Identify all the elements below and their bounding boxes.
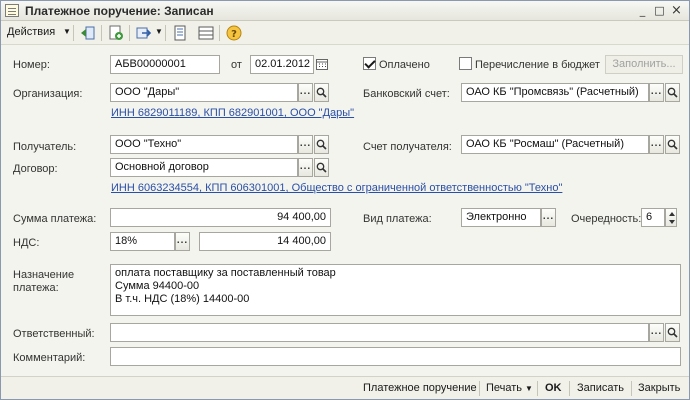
organization-select-button[interactable]: ...	[298, 83, 313, 102]
purpose-line: Сумма 94400-00	[115, 280, 200, 292]
print-menu-button[interactable]: Печать	[486, 382, 522, 394]
bottom-action-bar: Платежное поручение Печать ▼ OK Записать…	[1, 376, 689, 399]
payment-type-field[interactable]: Электронно	[461, 208, 541, 227]
recipient-account-label: Счет получателя:	[363, 141, 452, 153]
date-label: от	[231, 59, 242, 71]
vat-label: НДС:	[13, 237, 40, 249]
number-label: Номер:	[13, 59, 50, 71]
document-icon	[5, 4, 19, 17]
date-field[interactable]: 02.01.2012	[250, 55, 314, 74]
amount-label: Сумма платежа:	[13, 213, 97, 225]
document-structure-icon[interactable]	[171, 24, 189, 42]
help-icon[interactable]: ?	[225, 24, 243, 42]
contract-label: Договор:	[13, 163, 58, 175]
chevron-down-icon[interactable]: ▼	[155, 27, 163, 36]
vat-amount-field[interactable]: 14 400,00	[199, 232, 331, 251]
paid-checkbox[interactable]	[363, 57, 376, 70]
bank-account-select-button[interactable]: ...	[649, 83, 664, 102]
recipient-field[interactable]: ООО "Техно"	[110, 135, 298, 154]
fill-button[interactable]: Заполнить...	[605, 55, 683, 74]
paid-label: Оплачено	[379, 59, 430, 71]
recipient-account-select-button[interactable]: ...	[649, 135, 664, 154]
print-form-button[interactable]: Платежное поручение	[363, 382, 477, 394]
toolbar-divider	[73, 25, 74, 41]
close-window-button[interactable]: ×	[669, 4, 684, 18]
maximize-button[interactable]: □	[652, 4, 667, 18]
svg-text:?: ?	[231, 29, 237, 40]
vat-rate-select-button[interactable]: ...	[175, 232, 190, 251]
chevron-up-icon	[669, 212, 675, 216]
budget-transfer-label: Перечисление в бюджет	[475, 59, 600, 71]
comment-field[interactable]	[110, 347, 681, 366]
save-button[interactable]: Записать	[577, 382, 624, 394]
back-to-list-icon[interactable]	[79, 24, 97, 42]
priority-field[interactable]: 6	[641, 208, 665, 227]
responsible-field[interactable]	[110, 323, 649, 342]
priority-stepper[interactable]	[665, 208, 677, 227]
organization-details-link[interactable]: ИНН 6829011189, КПП 682901001, ООО "Дары…	[111, 107, 354, 119]
recipient-account-field[interactable]: ОАО КБ "Росмаш" (Расчетный)	[461, 135, 649, 154]
purpose-textarea[interactable]: оплата поставщику за поставленный товар …	[110, 264, 681, 316]
chevron-down-icon[interactable]: ▼	[525, 384, 533, 393]
title-bar: Платежное поручение: Записан _ □ ×	[1, 1, 689, 21]
close-button[interactable]: Закрыть	[638, 382, 680, 394]
ok-button[interactable]: OK	[545, 382, 562, 394]
chevron-down-icon: ▼	[63, 27, 71, 36]
calendar-icon[interactable]	[314, 55, 329, 74]
number-field[interactable]: АБВ00000001	[110, 55, 220, 74]
payment-type-label: Вид платежа:	[363, 213, 432, 225]
toolbar-divider	[129, 25, 130, 41]
bottom-divider	[569, 381, 570, 396]
responsible-select-button[interactable]: ...	[649, 323, 664, 342]
add-copy-icon[interactable]	[107, 24, 125, 42]
recipient-select-button[interactable]: ...	[298, 135, 313, 154]
purpose-line: В т.ч. НДС (18%) 14400-00	[115, 293, 250, 305]
organization-field[interactable]: ООО "Дары"	[110, 83, 298, 102]
bottom-divider	[479, 381, 480, 396]
bank-account-field[interactable]: ОАО КБ "Промсвязь" (Расчетный)	[461, 83, 649, 102]
list-icon[interactable]	[197, 24, 215, 42]
purpose-line: оплата поставщику за поставленный товар	[115, 267, 336, 279]
bottom-divider	[631, 381, 632, 396]
search-icon[interactable]	[665, 323, 680, 342]
purpose-label-line1: Назначение	[13, 269, 75, 281]
vat-rate-field[interactable]: 18%	[110, 232, 175, 251]
recipient-details-link[interactable]: ИНН 6063234554, КПП 606301001, Общество …	[111, 182, 562, 194]
amount-field[interactable]: 94 400,00	[110, 208, 331, 227]
minimize-button[interactable]: _	[635, 4, 650, 18]
priority-label: Очередность:	[571, 213, 642, 225]
search-icon[interactable]	[665, 83, 680, 102]
search-icon[interactable]	[314, 83, 329, 102]
toolbar-divider	[219, 25, 220, 41]
contract-field[interactable]: Основной договор	[110, 158, 298, 177]
purpose-label-line2: платежа:	[13, 282, 59, 294]
toolbar-divider	[165, 25, 166, 41]
organization-label: Организация:	[13, 88, 83, 100]
responsible-label: Ответственный:	[13, 328, 95, 340]
payment-type-select-button[interactable]: ...	[541, 208, 556, 227]
search-icon[interactable]	[665, 135, 680, 154]
contract-select-button[interactable]: ...	[298, 158, 313, 177]
actions-menu[interactable]: Действия	[7, 26, 55, 38]
search-icon[interactable]	[314, 135, 329, 154]
budget-transfer-checkbox[interactable]	[459, 57, 472, 70]
toolbar: Действия ▼ ▼ ?	[1, 21, 689, 45]
chevron-down-icon	[669, 220, 675, 224]
bottom-divider	[537, 381, 538, 396]
comment-label: Комментарий:	[13, 352, 86, 364]
toolbar-divider	[101, 25, 102, 41]
go-to-icon[interactable]	[135, 24, 153, 42]
bank-account-label: Банковский счет:	[363, 88, 450, 100]
payment-order-window: Платежное поручение: Записан _ □ × Дейст…	[0, 0, 690, 400]
recipient-label: Получатель:	[13, 141, 77, 153]
window-title: Платежное поручение: Записан	[25, 4, 214, 18]
search-icon[interactable]	[314, 158, 329, 177]
